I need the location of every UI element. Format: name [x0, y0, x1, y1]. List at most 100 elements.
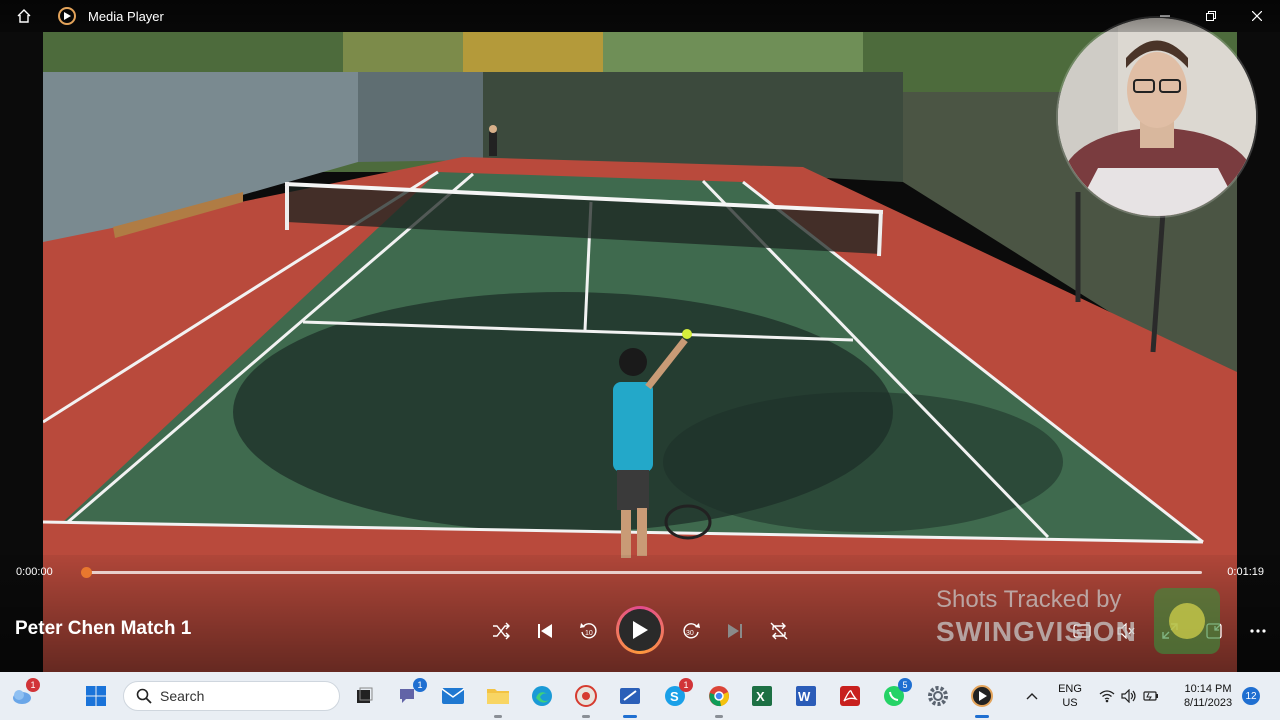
home-icon — [17, 9, 31, 23]
play-button-inner — [619, 609, 661, 651]
more-icon — [1250, 629, 1266, 633]
word-button[interactable]: W — [790, 680, 822, 712]
chrome-icon — [709, 686, 729, 707]
minimize-button[interactable] — [1142, 0, 1188, 32]
shuffle-icon — [493, 622, 510, 640]
acrobat-button[interactable] — [834, 680, 866, 712]
skype-button[interactable]: S 1 — [659, 678, 693, 712]
wifi-icon — [1099, 690, 1115, 703]
active-indicator — [975, 715, 989, 718]
seek-bar[interactable] — [86, 571, 1202, 574]
svg-text:X: X — [756, 689, 765, 704]
clock[interactable]: 10:14 PM 8/11/2023 — [1172, 680, 1244, 712]
repeat-off-button[interactable] — [765, 617, 793, 645]
forward-30-button[interactable]: 30 — [677, 617, 705, 645]
running-indicator — [582, 715, 590, 718]
language-indicator[interactable]: ENG US — [1050, 680, 1090, 712]
media-player-icon — [971, 685, 993, 707]
volume-icon — [1121, 689, 1136, 703]
task-view-button[interactable] — [348, 680, 380, 712]
gear-icon — [928, 686, 948, 706]
current-time: 0:00:00 — [16, 566, 53, 578]
close-icon — [1252, 11, 1262, 21]
repeat-off-icon — [770, 622, 788, 640]
svg-text:S: S — [670, 689, 679, 704]
mail-icon — [441, 688, 465, 704]
file-explorer-button[interactable] — [482, 680, 514, 718]
settings-button[interactable] — [922, 680, 954, 712]
search-icon — [136, 688, 152, 704]
running-indicator — [715, 715, 723, 718]
chrome-app-icon — [575, 685, 597, 707]
taskbar: 1 Search 1 S 1 X W 5 ENG US 10:14 PM 8/1… — [0, 672, 1280, 720]
swingvision-logo — [1154, 588, 1220, 654]
play-icon — [633, 621, 648, 639]
chevron-up-icon — [1026, 693, 1038, 700]
watermark-line1: Shots Tracked by — [936, 586, 1122, 613]
rewind-10-button[interactable]: 10 — [575, 617, 603, 645]
next-icon — [728, 624, 742, 638]
active-indicator — [623, 715, 637, 718]
close-button[interactable] — [1234, 0, 1280, 32]
restore-icon — [1206, 11, 1216, 21]
language-code: ENG — [1058, 683, 1082, 695]
snipping-icon — [620, 688, 640, 704]
teams-badge: 1 — [413, 678, 427, 692]
task-view-icon — [357, 687, 373, 703]
window-title: Media Player — [88, 8, 164, 24]
shuffle-button[interactable] — [487, 617, 515, 645]
seek-thumb[interactable] — [80, 567, 92, 578]
previous-button[interactable] — [531, 617, 559, 645]
snipping-tool-button[interactable] — [614, 680, 646, 718]
total-time: 0:01:19 — [1227, 566, 1264, 578]
edge-button[interactable] — [526, 680, 558, 712]
previous-icon — [538, 624, 552, 638]
search-placeholder: Search — [160, 688, 205, 704]
widgets-badge: 1 — [26, 678, 40, 692]
clock-date: 8/11/2023 — [1183, 697, 1233, 709]
svg-text:W: W — [798, 689, 811, 704]
taskbar-search[interactable]: Search — [123, 681, 340, 711]
folder-icon — [487, 689, 509, 704]
media-player-app-icon — [58, 7, 76, 25]
media-player-taskbar-button[interactable] — [966, 680, 998, 718]
restore-button[interactable] — [1188, 0, 1234, 32]
system-tray-status[interactable] — [1094, 680, 1164, 712]
excel-button[interactable]: X — [746, 680, 778, 712]
svg-text:10: 10 — [585, 630, 593, 637]
webcam-overlay — [1058, 18, 1256, 216]
notifications-button[interactable]: 12 — [1238, 680, 1264, 712]
windows-start-icon — [86, 686, 106, 706]
excel-icon: X — [752, 686, 772, 706]
region-code: US — [1062, 697, 1078, 709]
edge-icon — [532, 686, 552, 706]
teams-button[interactable]: 1 — [393, 678, 427, 712]
notification-count: 12 — [1242, 687, 1260, 705]
show-hidden-icons-button[interactable] — [1016, 680, 1048, 712]
window-controls — [1142, 0, 1280, 32]
whatsapp-badge: 5 — [898, 678, 912, 692]
forward-30-icon: 30 — [683, 623, 700, 639]
more-options-button[interactable] — [1244, 617, 1272, 645]
svg-text:30: 30 — [686, 630, 694, 637]
play-button[interactable] — [616, 606, 664, 654]
battery-icon — [1143, 691, 1158, 701]
rewind-10-icon: 10 — [580, 623, 597, 639]
chrome-app-button[interactable] — [570, 680, 602, 718]
title-bar: Media Player — [0, 0, 1280, 32]
home-button[interactable] — [0, 0, 48, 32]
skype-badge: 1 — [679, 678, 693, 692]
swingvision-watermark: Shots Tracked by SWINGVISION — [936, 586, 1137, 648]
chrome-button[interactable] — [703, 680, 735, 718]
whatsapp-button[interactable]: 5 — [878, 678, 912, 712]
mail-button[interactable] — [437, 680, 469, 712]
running-indicator — [494, 715, 502, 718]
clock-time: 10:14 PM — [1184, 683, 1232, 695]
watermark-line2: SWINGVISION — [936, 616, 1137, 647]
media-title: Peter Chen Match 1 — [15, 618, 192, 639]
next-button[interactable] — [721, 617, 749, 645]
widgets-button[interactable]: 1 — [6, 678, 40, 712]
start-button[interactable] — [80, 680, 112, 712]
pdf-icon — [840, 686, 860, 706]
minimize-icon — [1160, 15, 1170, 17]
